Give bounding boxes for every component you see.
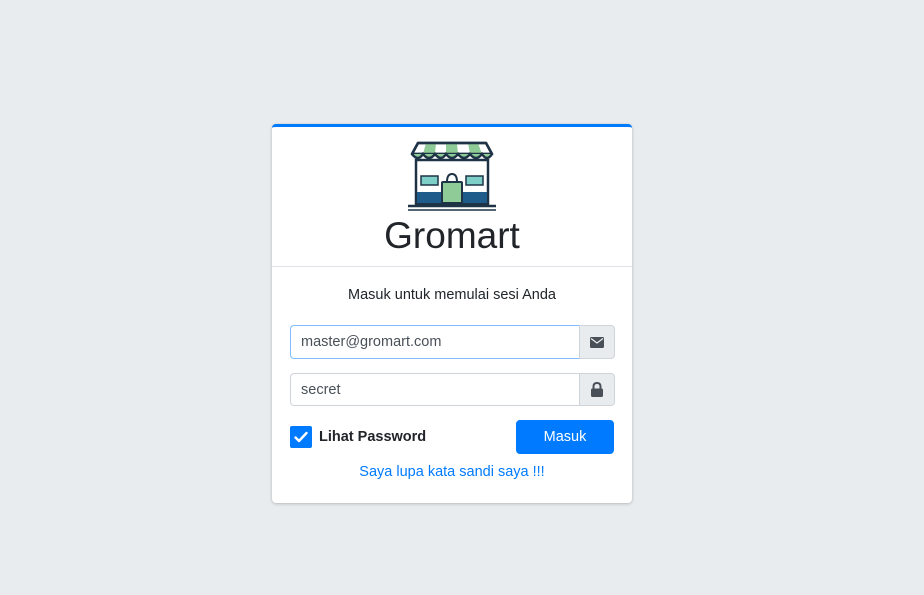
login-card-body: Masuk untuk memulai sesi Anda master@gro…: [272, 267, 632, 503]
email-input[interactable]: [290, 325, 579, 359]
login-card-header: Gromart: [272, 127, 632, 267]
show-password-checkbox[interactable]: [290, 426, 312, 448]
brand-name: Gromart: [384, 215, 520, 256]
show-password-row[interactable]: Lihat Password: [290, 426, 426, 448]
envelope-icon: [590, 336, 604, 348]
lock-icon: [591, 382, 603, 397]
password-input-group: [290, 373, 615, 406]
forgot-password-link[interactable]: Saya lupa kata sandi saya !!!: [272, 464, 632, 480]
password-input[interactable]: [290, 373, 579, 406]
show-password-label[interactable]: Lihat Password: [319, 429, 426, 445]
email-addon: [579, 325, 615, 359]
login-message: Masuk untuk memulai sesi Anda: [348, 287, 556, 303]
store-icon: [408, 141, 496, 211]
checkmark-icon: [294, 431, 308, 443]
login-submit-button[interactable]: Masuk: [516, 420, 614, 454]
email-input-group: [290, 325, 615, 359]
login-card: Gromart Masuk untuk memulai sesi Anda ma…: [272, 124, 632, 503]
password-addon: [579, 373, 615, 406]
